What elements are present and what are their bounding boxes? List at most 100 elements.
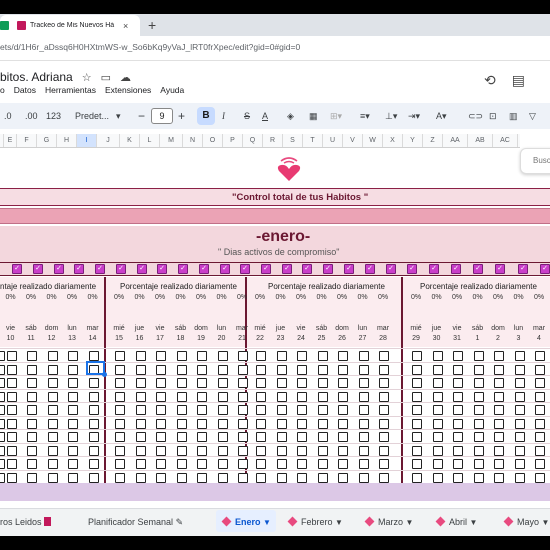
habit-checkbox[interactable] (379, 378, 389, 388)
habit-checkbox[interactable] (473, 364, 484, 375)
habit-checkbox[interactable] (514, 364, 525, 375)
checked-checkbox[interactable]: ✓ (12, 264, 22, 274)
checked-checkbox[interactable]: ✓ (220, 264, 230, 274)
habit-checkbox[interactable] (358, 459, 369, 469)
doc-title[interactable]: bitos. Adriana (0, 70, 73, 84)
comment-icon[interactable]: ▤ (512, 72, 541, 88)
habit-checkbox[interactable] (453, 405, 463, 415)
close-tab-icon[interactable]: × (123, 21, 128, 31)
habit-checkbox[interactable] (453, 364, 463, 375)
cloud-icon[interactable]: ☁ (120, 71, 131, 84)
habit-checkbox[interactable] (317, 472, 328, 483)
habit-checkbox[interactable] (297, 364, 307, 375)
habit-checkbox[interactable] (297, 459, 307, 469)
habit-checkbox[interactable] (432, 418, 443, 429)
fill-color-icon[interactable]: ◈ (287, 108, 294, 124)
habit-checkbox[interactable] (135, 378, 146, 388)
column-header[interactable]: I (77, 134, 97, 147)
habit-checkbox[interactable] (197, 445, 207, 456)
checked-checkbox[interactable]: ✓ (495, 264, 505, 274)
habit-checkbox[interactable] (88, 472, 99, 483)
bold-button[interactable]: B (197, 107, 215, 125)
habit-checkbox[interactable] (453, 418, 463, 429)
habit-checkbox[interactable] (432, 445, 443, 456)
column-header[interactable]: K (120, 134, 140, 147)
checked-checkbox[interactable]: ✓ (95, 264, 105, 274)
habit-checkbox[interactable] (88, 391, 99, 402)
habit-checkbox[interactable] (338, 459, 348, 469)
habit-checkbox[interactable] (276, 432, 287, 442)
checked-checkbox[interactable]: ✓ (344, 264, 354, 274)
habit-checkbox[interactable] (297, 391, 307, 402)
habit-checkbox[interactable] (135, 391, 146, 402)
habit-checkbox[interactable] (297, 378, 307, 388)
habit-checkbox[interactable] (317, 405, 328, 415)
habit-checkbox[interactable] (47, 432, 58, 442)
habit-checkbox[interactable] (297, 418, 307, 429)
habit-checkbox[interactable] (115, 405, 125, 415)
habit-checkbox[interactable] (47, 391, 58, 402)
habit-checkbox[interactable] (514, 459, 525, 469)
tab-marzo[interactable]: Marzo ▼ (364, 512, 413, 532)
habit-checkbox[interactable] (68, 418, 78, 429)
habit-checkbox[interactable] (338, 445, 348, 456)
habit-checkbox[interactable] (47, 472, 58, 483)
habit-checkbox[interactable] (176, 472, 187, 483)
habit-checkbox[interactable] (412, 364, 422, 375)
habit-checkbox[interactable] (432, 459, 443, 469)
checked-checkbox[interactable]: ✓ (407, 264, 417, 274)
habit-checkbox[interactable] (432, 472, 443, 483)
habit-checkbox[interactable] (217, 391, 228, 402)
habit-checkbox[interactable] (27, 459, 37, 469)
habit-checkbox[interactable] (473, 405, 484, 415)
habit-checkbox[interactable] (358, 445, 369, 456)
habit-checkbox[interactable] (0, 418, 5, 429)
habit-checkbox[interactable] (238, 351, 248, 361)
checked-checkbox[interactable]: ✓ (157, 264, 167, 274)
habit-checkbox[interactable] (27, 405, 37, 415)
habit-checkbox[interactable] (176, 418, 187, 429)
habit-checkbox[interactable] (197, 459, 207, 469)
habit-checkbox[interactable] (238, 418, 248, 429)
habit-checkbox[interactable] (535, 472, 545, 483)
filter-icon[interactable]: ▽ (529, 108, 536, 124)
habit-checkbox[interactable] (156, 351, 166, 361)
column-header[interactable]: J (97, 134, 120, 147)
merge-cells-icon[interactable]: ⊞▾ (330, 108, 342, 124)
checked-checkbox[interactable]: ✓ (261, 264, 271, 274)
checked-checkbox[interactable]: ✓ (137, 264, 147, 274)
habit-checkbox[interactable] (535, 459, 545, 469)
history-icon[interactable]: ⟲ (484, 72, 512, 88)
chevron-down-icon[interactable]: ▼ (335, 518, 343, 527)
habit-checkbox[interactable] (68, 472, 78, 483)
habit-checkbox[interactable] (156, 364, 166, 375)
habit-checkbox[interactable] (432, 391, 443, 402)
habit-checkbox[interactable] (338, 418, 348, 429)
habit-checkbox[interactable] (27, 378, 37, 388)
column-header[interactable]: Q (243, 134, 263, 147)
habit-checkbox[interactable] (317, 351, 328, 361)
habit-checkbox[interactable] (0, 445, 5, 456)
habit-checkbox[interactable] (88, 405, 99, 415)
habit-checkbox[interactable] (135, 364, 146, 375)
habit-checkbox[interactable] (317, 391, 328, 402)
tab-abril[interactable]: Abril ▼ (435, 512, 477, 532)
habit-checkbox[interactable] (156, 445, 166, 456)
habit-checkbox[interactable] (317, 459, 328, 469)
checked-checkbox[interactable]: ✓ (282, 264, 292, 274)
habit-checkbox[interactable] (6, 472, 17, 483)
habit-checkbox[interactable] (494, 459, 504, 469)
habit-checkbox[interactable] (88, 418, 99, 429)
habit-checkbox[interactable] (88, 351, 99, 361)
habit-checkbox[interactable] (115, 391, 125, 402)
comment-add-icon[interactable]: ⊡ (489, 108, 497, 124)
habit-checkbox[interactable] (27, 418, 37, 429)
chevron-down-icon[interactable]: ▾ (116, 108, 121, 124)
habit-checkbox[interactable] (88, 459, 99, 469)
habit-checkbox[interactable] (176, 378, 187, 388)
habit-checkbox[interactable] (88, 378, 99, 388)
habit-checkbox[interactable] (27, 472, 37, 483)
column-header[interactable]: O (203, 134, 223, 147)
habit-checkbox[interactable] (338, 432, 348, 442)
habit-checkbox[interactable] (276, 418, 287, 429)
